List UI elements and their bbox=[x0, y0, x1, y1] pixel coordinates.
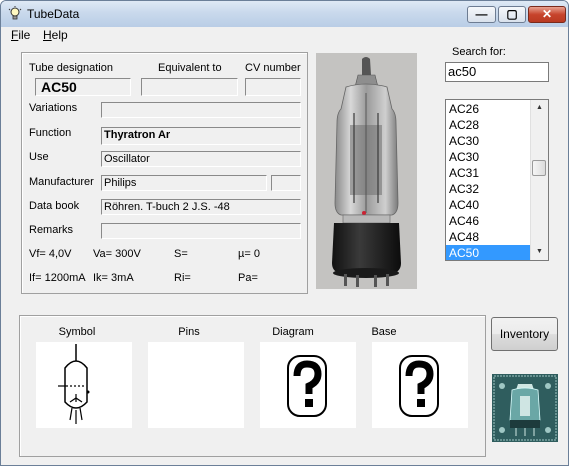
base-label: Base bbox=[371, 326, 397, 338]
diagram-label: Diagram bbox=[272, 326, 314, 338]
lightbulb-icon bbox=[8, 6, 22, 20]
cv-number-field[interactable] bbox=[245, 78, 301, 96]
minimize-button[interactable]: — bbox=[467, 6, 496, 23]
list-item[interactable]: AC30 bbox=[446, 133, 532, 149]
maximize-icon: ▢ bbox=[506, 7, 518, 21]
symbol-label: Symbol bbox=[58, 326, 96, 338]
manufacturer-field[interactable]: Philips bbox=[101, 175, 267, 191]
function-field[interactable]: Thyratron Ar bbox=[101, 127, 301, 145]
window-title: TubeData bbox=[27, 7, 80, 21]
function-label: Function bbox=[29, 127, 72, 139]
tube-details-panel: Tube designation Equivalent to CV number… bbox=[21, 52, 308, 294]
list-item[interactable]: AC26 bbox=[446, 101, 532, 117]
list-item-selected[interactable]: AC50 bbox=[446, 245, 532, 260]
pins-label: Pins bbox=[178, 326, 200, 338]
databook-field[interactable]: Röhren. T-buch 2 J.S. -48 bbox=[101, 199, 301, 215]
use-field[interactable]: Oscillator bbox=[101, 151, 301, 167]
close-button[interactable]: ✕ bbox=[528, 6, 566, 23]
question-mark-icon bbox=[287, 355, 327, 417]
param-ri: Ri= bbox=[174, 272, 191, 284]
list-item[interactable]: AC46 bbox=[446, 213, 532, 229]
use-label: Use bbox=[29, 151, 49, 163]
equivalent-label: Equivalent to bbox=[158, 62, 222, 74]
databook-label: Data book bbox=[29, 200, 80, 212]
list-item[interactable]: AC31 bbox=[446, 165, 532, 181]
scroll-up-icon[interactable]: ▲ bbox=[531, 100, 548, 116]
diagram-image[interactable] bbox=[260, 342, 356, 428]
param-ik: Ik= 3mA bbox=[93, 272, 134, 284]
scroll-down-icon[interactable]: ▼ bbox=[531, 244, 548, 260]
inventory-button[interactable]: Inventory bbox=[491, 317, 558, 351]
list-item[interactable]: AC48 bbox=[446, 229, 532, 245]
remarks-label: Remarks bbox=[29, 224, 74, 236]
tube-list[interactable]: AC26 AC28 AC30 AC30 AC31 AC32 AC40 AC46 … bbox=[445, 99, 549, 261]
app-window: TubeData — ▢ ✕ File Help Tube designatio… bbox=[0, 0, 569, 466]
designation-field[interactable]: AC50 bbox=[35, 78, 131, 96]
maximize-button[interactable]: ▢ bbox=[498, 6, 526, 23]
question-mark-icon bbox=[399, 355, 439, 417]
pins-image[interactable] bbox=[148, 342, 244, 428]
list-item[interactable]: AC30 bbox=[446, 149, 532, 165]
minimize-icon: — bbox=[475, 7, 488, 21]
tube-photo bbox=[316, 53, 417, 289]
param-pa: Pa= bbox=[238, 272, 258, 284]
param-vf: Vf= 4,0V bbox=[29, 248, 72, 260]
tube-photo-drawing bbox=[316, 53, 417, 289]
manufacturer-label: Manufacturer bbox=[29, 176, 94, 188]
manufacturer-extra-field[interactable] bbox=[271, 175, 301, 191]
list-item[interactable]: AC28 bbox=[446, 117, 532, 133]
param-va: Va= 300V bbox=[93, 248, 141, 260]
app-logo bbox=[492, 374, 558, 442]
equivalent-field[interactable] bbox=[141, 78, 238, 96]
list-scrollbar[interactable]: ▲ ▼ bbox=[530, 100, 548, 260]
search-label: Search for: bbox=[452, 46, 506, 58]
base-image[interactable] bbox=[372, 342, 468, 428]
variations-field[interactable] bbox=[101, 102, 301, 118]
tube-logo-icon bbox=[492, 374, 558, 442]
list-item[interactable]: AC32 bbox=[446, 181, 532, 197]
menu-bar: File Help bbox=[1, 27, 568, 45]
param-if: If= 1200mA bbox=[29, 272, 86, 284]
param-s: S= bbox=[174, 248, 188, 260]
client-area: Tube designation Equivalent to CV number… bbox=[2, 45, 567, 465]
variations-label: Variations bbox=[29, 102, 78, 114]
list-item[interactable]: AC40 bbox=[446, 197, 532, 213]
symbol-image[interactable] bbox=[36, 342, 132, 428]
scroll-thumb[interactable] bbox=[532, 160, 546, 176]
designation-label: Tube designation bbox=[29, 62, 113, 74]
tube-symbol-icon bbox=[58, 344, 90, 424]
remarks-field[interactable] bbox=[101, 223, 301, 239]
cv-number-label: CV number bbox=[245, 62, 301, 74]
title-bar: TubeData — ▢ ✕ bbox=[1, 1, 568, 27]
menu-help[interactable]: Help bbox=[43, 28, 68, 42]
search-input[interactable]: ac50 bbox=[445, 62, 549, 82]
menu-file[interactable]: File bbox=[11, 28, 30, 42]
param-mu: µ= 0 bbox=[238, 248, 260, 260]
close-icon: ✕ bbox=[541, 7, 553, 21]
